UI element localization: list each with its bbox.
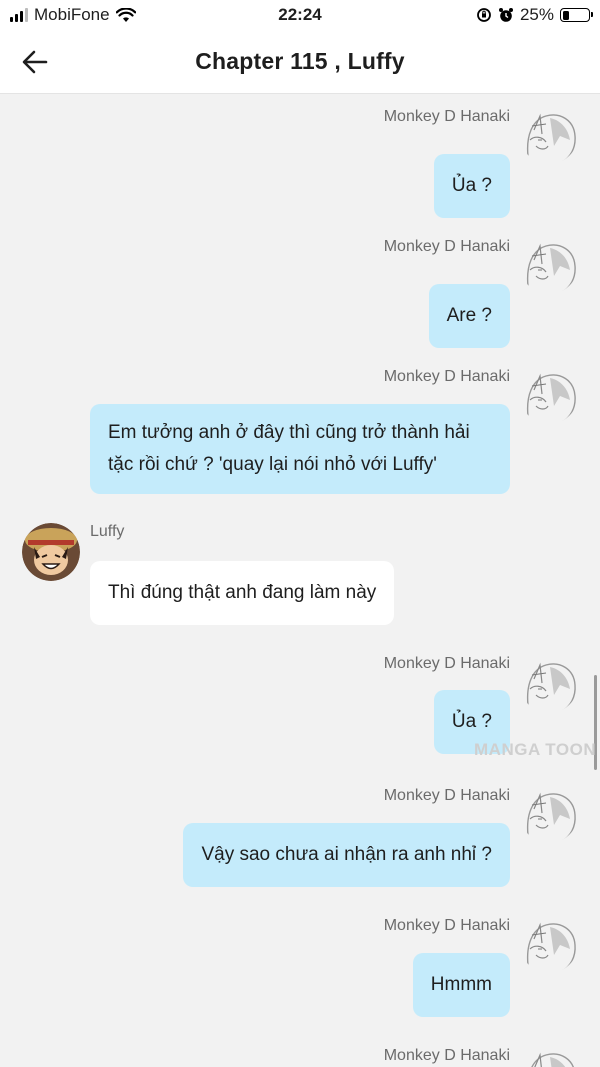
sketch-avatar-icon bbox=[526, 792, 576, 842]
chat-thread[interactable]: Monkey D Hanaki Ủa ? Monkey D Hanaki Are… bbox=[0, 95, 600, 1067]
page-title: Chapter 115 , Luffy bbox=[195, 48, 405, 74]
chat-header: Chapter 115 , Luffy bbox=[0, 32, 600, 94]
status-bar: MobiFone 22:24 25% bbox=[0, 0, 600, 32]
sender-name: Monkey D Hanaki bbox=[383, 368, 510, 385]
avatar[interactable] bbox=[22, 523, 80, 581]
message-bubble[interactable]: Ủa ? bbox=[433, 154, 510, 218]
avatar[interactable] bbox=[520, 236, 578, 294]
alarm-icon bbox=[498, 8, 513, 22]
rotation-lock-icon bbox=[477, 8, 491, 22]
avatar[interactable] bbox=[520, 785, 578, 843]
avatar[interactable] bbox=[520, 915, 578, 973]
status-right: 25% bbox=[476, 5, 593, 25]
sketch-avatar-icon bbox=[526, 373, 576, 423]
sender-name: Monkey D Hanaki bbox=[383, 655, 510, 672]
avatar[interactable] bbox=[520, 1045, 578, 1067]
sender-name: Monkey D Hanaki bbox=[383, 108, 510, 125]
message-bubble[interactable]: Are ? bbox=[428, 284, 510, 348]
sender-name: Monkey D Hanaki bbox=[383, 238, 510, 255]
message-bubble[interactable]: Thì đúng thật anh đang làm này bbox=[90, 561, 395, 625]
avatar[interactable] bbox=[520, 655, 578, 713]
message-bubble[interactable]: Hmmm bbox=[412, 953, 510, 1017]
sketch-avatar-icon bbox=[531, 1052, 574, 1067]
battery-percent: 25% bbox=[519, 5, 554, 24]
sender-name: Monkey D Hanaki bbox=[383, 917, 510, 934]
message-bubble[interactable]: Vậy sao chưa ai nhận ra anh nhỉ ? bbox=[183, 823, 510, 887]
avatar[interactable] bbox=[520, 106, 578, 164]
luffy-avatar-icon bbox=[22, 523, 80, 581]
sketch-avatar-icon bbox=[526, 662, 576, 712]
sender-name: Luffy bbox=[90, 523, 125, 540]
sketch-avatar-icon bbox=[526, 922, 576, 972]
message-bubble[interactable]: Em tưởng anh ở đây thì cũng trở thành hả… bbox=[90, 404, 510, 494]
sender-name: Monkey D Hanaki bbox=[383, 1047, 510, 1064]
sketch-avatar-icon bbox=[526, 113, 576, 163]
sketch-avatar-icon bbox=[526, 243, 576, 293]
watermark: MANGA TOON bbox=[474, 740, 597, 759]
avatar[interactable] bbox=[520, 366, 578, 424]
battery-level bbox=[562, 10, 569, 20]
battery-icon bbox=[560, 8, 593, 22]
sender-name: Monkey D Hanaki bbox=[383, 787, 510, 804]
